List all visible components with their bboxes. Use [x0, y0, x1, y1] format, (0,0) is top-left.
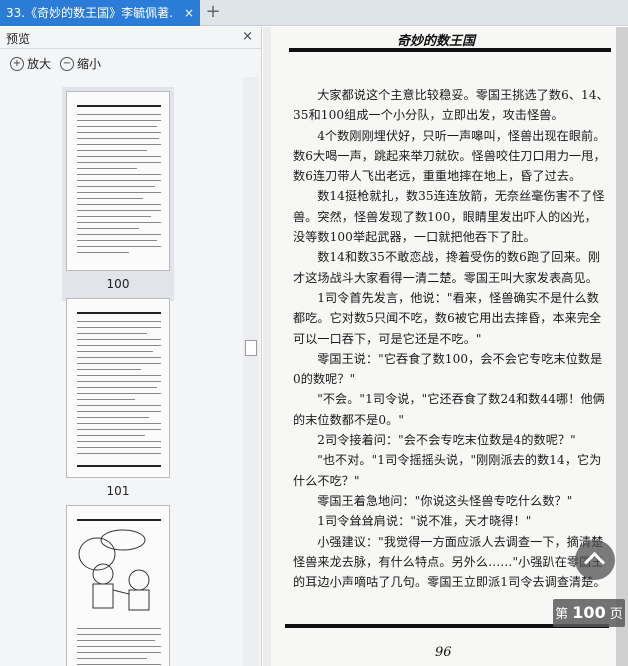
preview-sidebar: 预览 × + 放大 − 缩小 100 101 — [0, 27, 262, 666]
document-page: 奇妙的数王国 大家都说这个主意比较稳妥。零国王挑选了数6、14、35和100组成… — [271, 27, 621, 666]
badge-suffix: 页 — [609, 607, 623, 622]
tab-title: 33.《奇妙的数王国》李毓佩著.pdf — [6, 6, 174, 20]
zoom-in-label: 放大 — [27, 57, 52, 71]
sidebar-header: 预览 × — [0, 27, 261, 49]
paragraph: 1司令首先发言，他说："看来，怪兽确实不是什么数都吃。它对数5只闻不吃，数6被它… — [293, 290, 602, 346]
paragraph: "不会。"1司令说，"它还吞食了数24和数44哪！他俩的末位数都不是0。" — [293, 392, 605, 427]
sidebar-close-icon[interactable]: × — [242, 29, 253, 44]
paragraph: 小强建议："我觉得一方面应派人去调查一下，摘清楚怪兽来龙去脉，有什么特点。另外么… — [293, 534, 606, 590]
paragraph: "也不对。"1司令摇摇头说，"刚刚派去的数14，它为什么不吃？" — [293, 453, 602, 488]
page-edge — [616, 27, 628, 666]
document-viewer[interactable]: 奇妙的数王国 大家都说这个主意比较稳妥。零国王挑选了数6、14、35和100组成… — [263, 27, 628, 666]
tab-bar: 33.《奇妙的数王国》李毓佩著.pdf × + — [0, 0, 628, 26]
zoom-in-button[interactable]: + 放大 — [10, 55, 51, 72]
paragraph: 数14和数35不敢恋战，搀着受伤的数6跑了回来。刚才这场战斗大家看得一清二楚。零… — [293, 250, 601, 285]
paragraph: 1司令耸耸肩说："说不准，天才晓得！" — [317, 514, 532, 529]
page-body: 大家都说这个主意比较稳妥。零国王挑选了数6、14、35和100组成一个小分队，立… — [293, 85, 609, 592]
new-tab-button[interactable]: + — [204, 0, 222, 26]
header-rule — [289, 48, 611, 52]
cartoon-illustration — [78, 529, 150, 611]
zoom-in-icon: + — [10, 56, 24, 71]
scrollbar-thumb[interactable] — [245, 340, 257, 356]
paragraph: 4个数刚刚埋伏好，只听一声嗥叫，怪兽出现在眼前。数6大喝一声，跳起来举刀就砍。怪… — [293, 128, 606, 184]
page-indicator-badge: 第 100 页 — [553, 599, 625, 627]
paragraph: 零国王着急地问："你说这头怪兽专吃什么数？" — [317, 493, 573, 508]
tab-close-icon[interactable]: × — [184, 0, 194, 26]
thumbnail-page-101[interactable]: 101 — [62, 294, 174, 508]
zoom-out-button[interactable]: − 缩小 — [60, 55, 101, 72]
zoom-out-icon: − — [60, 56, 74, 71]
badge-page-number: 100 — [572, 603, 606, 622]
paragraph: 零国王说："它吞食了数100，会不会它专吃末位数是0的数呢？" — [293, 351, 603, 387]
thumbnail-image — [66, 298, 170, 478]
thumbnail-page-100[interactable]: 100 — [62, 87, 174, 301]
zoom-out-label: 缩小 — [77, 57, 102, 71]
paragraph: 大家都说这个主意比较稳妥。零国王挑选了数6、14、35和100组成一个小分队，立… — [293, 88, 609, 123]
sidebar-title: 预览 — [6, 32, 31, 46]
document-tab[interactable]: 33.《奇妙的数王国》李毓佩著.pdf × — [0, 0, 200, 26]
scroll-to-top-button[interactable] — [575, 540, 615, 580]
badge-prefix: 第 — [555, 607, 569, 622]
thumbnail-image — [66, 505, 170, 666]
thumbnail-page-102[interactable] — [62, 501, 174, 666]
paragraph: 数14挺枪就扎，数35连连放箭，无奈丝毫伤害不了怪兽。突然，怪兽发现了数100，… — [293, 189, 605, 245]
paragraph: 2司令接着问："会不会专吃末位数是4的数呢？" — [317, 433, 576, 448]
page-header: 奇妙的数王国 — [271, 27, 613, 53]
printed-page-number: 96 — [435, 645, 452, 660]
zoom-toolbar: + 放大 − 缩小 — [0, 49, 261, 77]
thumbnail-image — [66, 91, 170, 271]
thumbnail-list: 100 101 — [0, 77, 240, 666]
sidebar-scrollbar[interactable] — [243, 77, 259, 666]
page-header-title: 奇妙的数王国 — [397, 34, 476, 49]
